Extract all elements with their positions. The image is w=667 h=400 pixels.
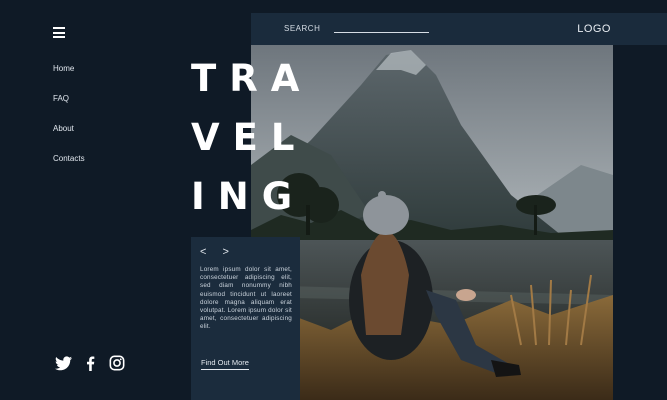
social-links <box>55 355 139 371</box>
top-bar: SEARCH LOGO <box>251 13 667 45</box>
info-card: < > Lorem ipsum dolor sit amet, consecte… <box>191 237 300 400</box>
card-body-text: Lorem ipsum dolor sit amet, consectetuer… <box>200 266 292 331</box>
instagram-icon[interactable] <box>109 355 125 371</box>
logo[interactable]: LOGO <box>577 23 611 35</box>
facebook-icon[interactable] <box>86 356 95 371</box>
nav-item-faq[interactable]: FAQ <box>53 94 85 124</box>
search-label[interactable]: SEARCH <box>284 24 320 33</box>
chevron-right-icon[interactable]: > <box>222 246 228 258</box>
nav-item-home[interactable]: Home <box>53 64 85 94</box>
hamburger-menu-icon[interactable] <box>53 27 65 38</box>
find-out-more-link[interactable]: Find Out More <box>201 358 249 370</box>
main-nav: Home FAQ About Contacts <box>53 64 85 184</box>
chevron-left-icon[interactable]: < <box>200 246 206 258</box>
page: SEARCH LOGO Home FAQ About Contacts TRA … <box>0 0 667 400</box>
twitter-icon[interactable] <box>55 355 72 371</box>
carousel-arrows: < > <box>200 246 245 258</box>
nav-item-contacts[interactable]: Contacts <box>53 154 85 184</box>
hero-title-line-1: TRA <box>191 57 313 100</box>
nav-item-about[interactable]: About <box>53 124 85 154</box>
hero-title: TRA VEL ING <box>191 60 312 237</box>
hero-title-line-3: ING <box>191 175 306 218</box>
search-input[interactable] <box>334 32 429 33</box>
hero-title-line-2: VEL <box>191 116 308 159</box>
